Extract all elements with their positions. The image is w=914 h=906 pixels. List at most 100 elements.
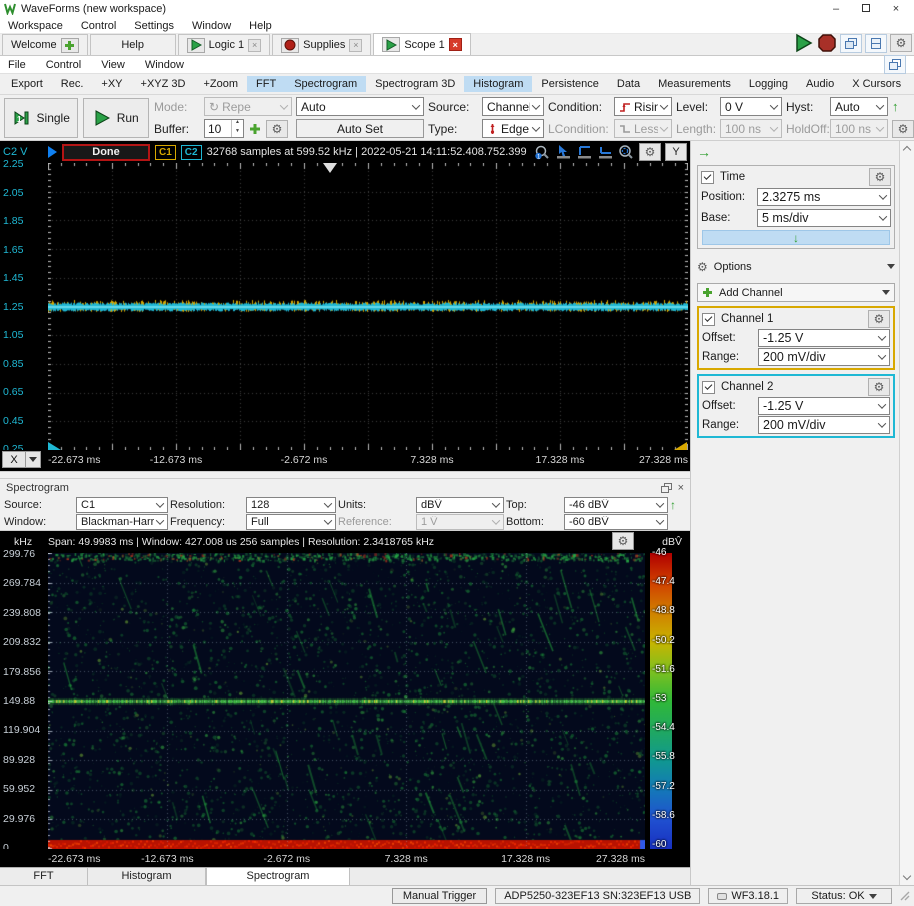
channel2-settings-button[interactable]: ⚙ <box>868 378 890 396</box>
scope-menu-view[interactable]: View <box>101 59 125 71</box>
view-tab-spectrogram[interactable]: Spectrogram <box>285 76 366 92</box>
spec-source-select[interactable]: C1 <box>76 497 168 513</box>
view-tab-fft[interactable]: FFT <box>247 76 285 92</box>
view-tab-xcursors[interactable]: X Cursors <box>843 76 910 92</box>
add-buffer-button[interactable] <box>249 123 261 135</box>
spectrogram-settings-button[interactable]: ⚙ <box>612 532 634 550</box>
tab-scope-1[interactable]: Scope 1 × <box>373 33 470 55</box>
close-panel-icon[interactable]: × <box>678 482 684 494</box>
spec-bottom-select[interactable]: -60 dBV̂ <box>564 514 668 530</box>
version-cell[interactable]: WF3.18.1 <box>708 888 788 904</box>
view-tab-measurements[interactable]: Measurements <box>649 76 740 92</box>
menu-window[interactable]: Window <box>192 20 231 32</box>
channel1-settings-button[interactable]: ⚙ <box>868 310 890 328</box>
channel2-offset-select[interactable]: -1.25 V <box>758 397 890 415</box>
add-channel-row[interactable]: Add Channel <box>697 283 895 302</box>
trigger-mode-select[interactable]: Auto <box>296 97 424 116</box>
view-tab-logging[interactable]: Logging <box>740 76 797 92</box>
time-settings-button[interactable]: ⚙ <box>869 168 891 186</box>
trigger-level-select[interactable]: 0 V <box>720 97 782 116</box>
view-tab-persistence[interactable]: Persistence <box>532 76 607 92</box>
view-tab-data[interactable]: Data <box>608 76 649 92</box>
buffer-spinner[interactable]: 10▲▼ <box>204 119 244 138</box>
device-info-cell[interactable]: ADP5250-323EF13 SN:323EF13 USB <box>495 888 700 904</box>
tab-welcome[interactable]: Welcome <box>2 34 88 55</box>
spec-resolution-select[interactable]: 128 <box>246 497 336 513</box>
time-expand-bar[interactable]: ↓ <box>702 230 890 245</box>
run-button[interactable]: Run <box>83 98 149 138</box>
spec-window-select[interactable]: Blackman-Harris <box>76 514 168 530</box>
add-instrument-button[interactable] <box>61 38 79 53</box>
auto-set-button[interactable]: Auto Set <box>296 119 424 138</box>
tab-logic-close-icon[interactable]: × <box>248 39 261 52</box>
undock-window-button[interactable] <box>884 55 906 74</box>
channel2-range-select[interactable]: 200 mV/div <box>758 416 890 434</box>
scope-menu-control[interactable]: Control <box>46 59 81 71</box>
view-tab-xy[interactable]: +XY <box>92 76 131 92</box>
arrow-up-icon[interactable]: ↑ <box>670 498 686 512</box>
pointer-mode-icon[interactable] <box>555 144 572 160</box>
tab-supplies[interactable]: Supplies × <box>272 34 371 55</box>
spin-down-icon[interactable]: ▼ <box>232 129 243 138</box>
buffer-settings-button[interactable]: ⚙ <box>266 120 288 138</box>
zoom-fit-icon[interactable] <box>618 144 635 161</box>
tile-windows-button[interactable] <box>865 34 887 53</box>
y-cursor-icon[interactable] <box>597 144 614 160</box>
trigger-type-select[interactable]: Edge <box>482 119 544 138</box>
menu-help[interactable]: Help <box>249 20 272 32</box>
bottom-tab-spectrogram[interactable]: Spectrogram <box>206 868 350 885</box>
channel1-offset-marker[interactable] <box>674 442 687 450</box>
bottom-tab-fft[interactable]: FFT <box>0 868 88 885</box>
scroll-up-icon[interactable] <box>903 146 911 154</box>
panel-splitter[interactable] <box>0 471 690 479</box>
scope-menu-file[interactable]: File <box>8 59 26 71</box>
channel2-offset-marker[interactable] <box>48 442 61 450</box>
time-position-select[interactable]: 2.3275 ms <box>757 188 891 206</box>
x-cursor-icon[interactable] <box>576 144 593 160</box>
tab-supplies-close-icon[interactable]: × <box>349 39 362 52</box>
resize-grip[interactable] <box>900 891 910 901</box>
channel1-offset-select[interactable]: -1.25 V <box>758 329 890 347</box>
spec-top-select[interactable]: -46 dBV̂ <box>564 497 668 513</box>
view-tab-export[interactable]: Export <box>2 76 52 92</box>
trigger-settings-button[interactable]: ⚙ <box>892 120 914 138</box>
close-button[interactable]: × <box>882 3 910 15</box>
right-panel-scrollbar[interactable] <box>899 141 914 885</box>
minimize-button[interactable]: – <box>822 3 850 15</box>
spec-units-select[interactable]: dBV̂ <box>416 497 504 513</box>
stop-all-button[interactable] <box>817 33 837 53</box>
channel1-badge[interactable]: C1 <box>155 145 176 160</box>
channel1-range-select[interactable]: 200 mV/div <box>758 348 890 366</box>
trigger-condition-select[interactable]: Risin <box>614 97 672 116</box>
x-axis-dropdown-button[interactable] <box>26 451 41 468</box>
trigger-time-marker[interactable] <box>323 163 337 180</box>
y-axis-unit-label[interactable]: C2 V <box>3 146 43 158</box>
spectrogram-canvas[interactable] <box>48 553 645 849</box>
hysteresis-select[interactable]: Auto <box>830 97 888 116</box>
time-checkbox[interactable] <box>701 171 714 184</box>
menu-settings[interactable]: Settings <box>134 20 174 32</box>
y-axis-button[interactable]: Y <box>665 143 687 161</box>
view-tab-audio[interactable]: Audio <box>797 76 843 92</box>
menu-workspace[interactable]: Workspace <box>8 20 63 32</box>
arrow-up-icon[interactable]: ↑ <box>892 99 910 114</box>
maximize-button[interactable] <box>852 3 880 15</box>
more-views-button[interactable]: » <box>910 77 914 91</box>
manual-trigger-button[interactable]: Manual Trigger <box>392 888 487 904</box>
single-button[interactable]: 1 Single <box>4 98 78 138</box>
trigger-source-select[interactable]: Channel 1 <box>482 97 544 116</box>
channel2-checkbox[interactable] <box>702 381 715 394</box>
cascade-windows-button[interactable] <box>840 34 862 53</box>
workspace-settings-button[interactable]: ⚙ <box>890 34 912 52</box>
run-all-button[interactable] <box>794 33 814 53</box>
zoom-region-icon[interactable]: 1 <box>534 144 551 161</box>
view-tab-rec[interactable]: Rec. <box>52 76 93 92</box>
spec-frequency-select[interactable]: Full <box>246 514 336 530</box>
view-tab-histogram[interactable]: Histogram <box>464 76 532 92</box>
menu-control[interactable]: Control <box>81 20 116 32</box>
channel1-checkbox[interactable] <box>702 313 715 326</box>
scope-menu-window[interactable]: Window <box>145 59 184 71</box>
time-base-select[interactable]: 5 ms/div <box>757 209 891 227</box>
tab-logic-1[interactable]: Logic 1 × <box>178 34 270 55</box>
view-tab-zoom[interactable]: +Zoom <box>194 76 247 92</box>
